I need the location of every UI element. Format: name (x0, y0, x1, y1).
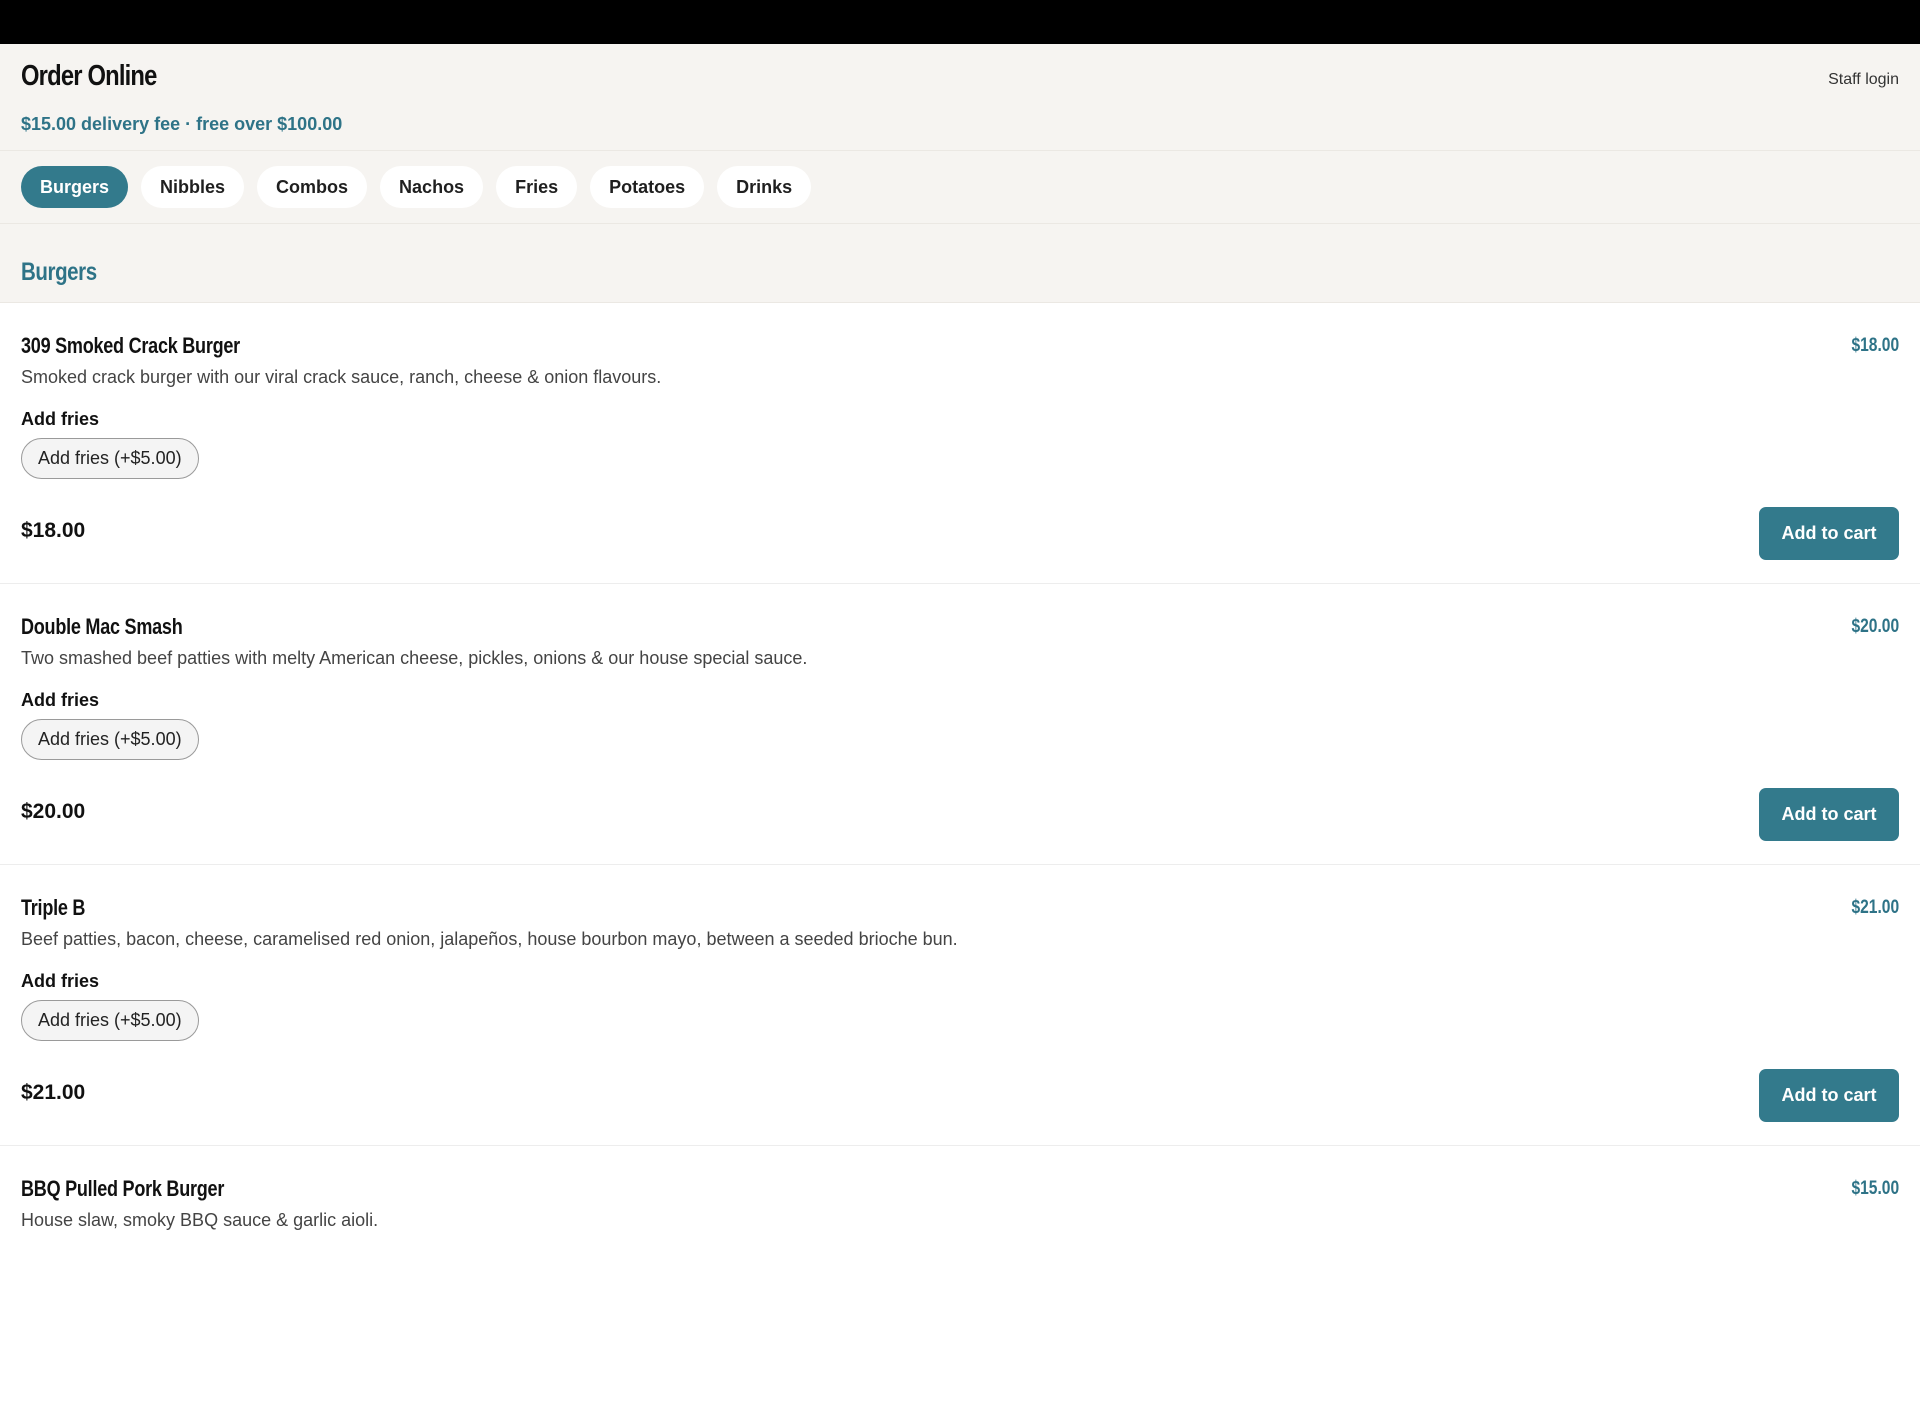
section-header: Burgers (0, 224, 1920, 303)
item-description: House slaw, smoky BBQ sauce & garlic aio… (21, 1210, 379, 1230)
top-black-bar (0, 0, 1920, 44)
tab-nibbles[interactable]: Nibbles (141, 166, 245, 208)
tab-fries[interactable]: Fries (496, 166, 578, 208)
tab-burgers[interactable]: Burgers (21, 166, 129, 208)
item-description: Smoked crack burger with our viral crack… (21, 367, 662, 387)
item-total: $21.00 (21, 1081, 86, 1104)
item-name: BBQ Pulled Pork Burger (21, 1176, 225, 1201)
add-to-cart-button[interactable]: Add to cart (1759, 507, 1899, 560)
tab-drinks[interactable]: Drinks (717, 166, 812, 208)
item-name: Double Mac Smash (21, 614, 183, 639)
tab-potatoes[interactable]: Potatoes (590, 166, 705, 208)
option-group-label: Add fries (21, 690, 100, 710)
page-header: Order Online $15.00 delivery fee · free … (0, 44, 1920, 151)
item-total: $18.00 (21, 519, 86, 542)
item-price: $20.00 (1851, 616, 1899, 637)
menu-item: BBQ Pulled Pork Burger $15.00 House slaw… (0, 1146, 1920, 1426)
category-tabs: Burgers Nibbles Combos Nachos Fries Pota… (0, 151, 1920, 224)
menu-item: Triple B $21.00 Beef patties, bacon, che… (0, 865, 1920, 1146)
item-total: $20.00 (21, 800, 86, 823)
delivery-fee-info: $15.00 delivery fee · free over $100.00 (21, 114, 343, 134)
add-to-cart-button[interactable]: Add to cart (1759, 1069, 1899, 1122)
item-price: $18.00 (1851, 335, 1899, 356)
add-fries-option[interactable]: Add fries (+$5.00) (21, 438, 199, 479)
item-price: $15.00 (1851, 1178, 1899, 1199)
page-title: Order Online (21, 60, 157, 92)
item-description: Beef patties, bacon, cheese, caramelised… (21, 929, 958, 949)
item-description: Two smashed beef patties with melty Amer… (21, 648, 808, 668)
menu-item: 309 Smoked Crack Burger $18.00 Smoked cr… (0, 303, 1920, 584)
menu-item: Double Mac Smash $20.00 Two smashed beef… (0, 584, 1920, 865)
add-fries-option[interactable]: Add fries (+$5.00) (21, 719, 199, 760)
tab-nachos[interactable]: Nachos (380, 166, 484, 208)
item-name: Triple B (21, 895, 86, 920)
item-name: 309 Smoked Crack Burger (21, 333, 240, 358)
section-title: Burgers (21, 258, 97, 286)
add-fries-option[interactable]: Add fries (+$5.00) (21, 1000, 199, 1041)
tab-combos[interactable]: Combos (257, 166, 368, 208)
staff-login-link[interactable]: Staff login (1828, 71, 1899, 89)
option-group-label: Add fries (21, 971, 100, 991)
option-group-label: Add fries (21, 409, 100, 429)
item-price: $21.00 (1851, 897, 1899, 918)
add-to-cart-button[interactable]: Add to cart (1759, 788, 1899, 841)
